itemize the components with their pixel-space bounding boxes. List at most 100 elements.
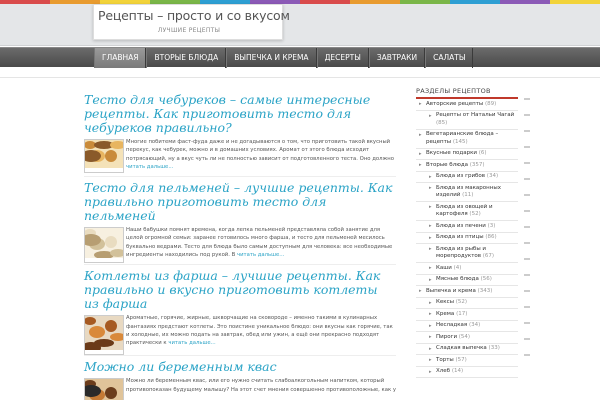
sidebar-category[interactable]: ▸ Вегетарианские блюда – рецепты (145)	[416, 130, 518, 149]
category-count: (89)	[485, 100, 497, 107]
post-divider	[84, 355, 396, 357]
arrow-right-icon: ▸	[429, 204, 432, 210]
category-label: Блюда из печени	[436, 222, 486, 229]
category-count: (34)	[468, 322, 481, 328]
read-more-link[interactable]: читать дальше...	[168, 340, 215, 346]
post-list: Тесто для чебуреков – самые интересные р…	[81, 93, 396, 400]
post: Тесто для чебуреков – самые интересные р…	[81, 93, 396, 178]
nav-item[interactable]: ЗАВТРАКИ	[368, 48, 426, 68]
nav-item[interactable]: ВЫПЕЧКА И КРЕМА	[226, 48, 317, 68]
excerpt-text: Можно ли беременным квас, или его нужно …	[126, 378, 396, 393]
category-label: Выпечка и крема	[426, 287, 476, 294]
category-count: (34)	[486, 173, 499, 179]
sidebar-category[interactable]: ▸ Авторские рецепты (89)	[416, 99, 518, 111]
post-excerpt: Ароматные, горячие, жирные, шкворчащие н…	[126, 314, 396, 350]
sidebar-category[interactable]: ▸ Кексы (52)	[416, 298, 518, 309]
arrow-right-icon: ▸	[419, 288, 422, 294]
post-title[interactable]: Тесто для пельменей – лучшие рецепты. Ка…	[84, 181, 396, 223]
arrow-right-icon: ▸	[429, 265, 432, 271]
header-background	[0, 0, 600, 46]
category-label: Кексы	[436, 299, 454, 305]
category-label: Крема	[436, 310, 455, 317]
arrow-right-icon: ▸	[429, 112, 432, 119]
arrow-right-icon: ▸	[429, 234, 432, 241]
sidebar-category[interactable]: ▸ Мясные блюда (56)	[416, 275, 518, 286]
category-count: (56)	[480, 276, 492, 282]
post-thumbnail[interactable]	[81, 139, 126, 173]
post-body: Наши бабушки помнят времена, когда лепка…	[81, 226, 396, 264]
post-excerpt: Многие побитеми фаст-фуда даже и не дога…	[126, 138, 396, 171]
category-count: (11)	[462, 192, 474, 198]
post-thumbnail[interactable]	[81, 315, 126, 356]
arrow-right-icon: ▸	[429, 311, 432, 317]
sidebar-category[interactable]: ▸ Крема (17)	[416, 309, 518, 321]
category-count: (52)	[455, 299, 468, 305]
post-thumbnail[interactable]	[81, 378, 124, 400]
arrow-right-icon: ▸	[429, 322, 432, 329]
category-count: (52)	[469, 211, 481, 217]
category-label: Сладкая выпечка	[436, 345, 487, 351]
post-body: Можно ли беременным квас, или его нужно …	[81, 377, 396, 400]
category-label: Мясные блюда	[436, 276, 479, 282]
arrow-right-icon: ▸	[419, 131, 422, 138]
arrow-right-icon: ▸	[429, 334, 432, 340]
main-navigation: ГЛАВНАЯ ВТОРЫЕ БЛЮДА ВЫПЕЧКА И КРЕМА ДЕСЕРТ…	[0, 47, 600, 68]
sidebar-category[interactable]: ▸ Вторые блюда (357)	[416, 160, 518, 172]
category-count: (6)	[478, 150, 487, 156]
arrow-right-icon: ▸	[429, 357, 432, 363]
nav-item[interactable]: ВТОРЫЕ БЛЮДА	[146, 48, 227, 68]
category-label: Вкусные подарки	[426, 150, 477, 156]
category-label: Блюда из грибов	[436, 173, 486, 179]
category-label: Блюда из овощей и картофеля	[436, 203, 493, 218]
category-count: (85)	[436, 119, 448, 126]
sidebar-category[interactable]: ▸ Блюда из овощей и картофеля (52)	[416, 202, 518, 221]
sidebar-category[interactable]: ▸ Блюда из печени (3)	[416, 221, 518, 233]
sidebar-category[interactable]: ▸ Пироги (54)	[416, 332, 518, 344]
arrow-right-icon: ▸	[429, 368, 432, 375]
sidebar-category[interactable]: ▸ Выпечка и крема (343)	[416, 286, 518, 298]
category-label: Торты	[436, 356, 454, 363]
sidebar-category[interactable]: ▸ Блюда из птицы (86)	[416, 233, 518, 244]
sidebar-category[interactable]: ▸ Каши (4)	[416, 263, 518, 275]
category-label: Несладкая	[436, 322, 468, 328]
site-tagline: ЛУЧШИЕ РЕЦЕПТЫ	[157, 27, 221, 34]
post-thumbnail[interactable]	[81, 227, 126, 264]
site-title[interactable]: Рецепты – просто и со вкусом	[98, 8, 290, 23]
post-title[interactable]: Можно ли беременным квас	[84, 360, 396, 374]
nav-item[interactable]: ДЕСЕРТЫ	[316, 48, 369, 68]
nav-item[interactable]: ГЛАВНАЯ	[94, 48, 147, 68]
category-count: (86)	[485, 234, 497, 240]
arrow-right-icon: ▸	[419, 101, 422, 107]
arrow-right-icon: ▸	[429, 185, 432, 191]
category-count: (4)	[453, 264, 462, 271]
post-excerpt: Можно ли беременным квас, или его нужно …	[126, 377, 396, 400]
arrow-right-icon: ▸	[429, 223, 432, 229]
sidebar-category[interactable]: ▸ Блюда из грибов (34)	[416, 172, 518, 183]
excerpt-text: Многие побитеми фаст-фуда даже и не дога…	[126, 139, 394, 162]
read-more-link[interactable]: читать дальше...	[237, 252, 284, 258]
category-label: Хлеб	[436, 368, 451, 374]
post-title[interactable]: Тесто для чебуреков – самые интересные р…	[84, 93, 396, 135]
arrow-right-icon: ▸	[429, 345, 432, 352]
sidebar-category[interactable]: ▸ Хлеб (14)	[416, 367, 518, 378]
category-label: Рецепты от Натальи Чагай	[436, 112, 515, 118]
sidebar-category[interactable]: ▸ Блюда из макаронных изделий (11)	[416, 183, 518, 202]
sidebar-category[interactable]: ▸ Вкусные подарки (6)	[416, 149, 518, 160]
arrow-right-icon: ▸	[429, 299, 432, 306]
sidebar-category[interactable]: ▸ Торты (57)	[416, 355, 518, 367]
arrow-right-icon: ▸	[429, 276, 432, 283]
post-excerpt: Наши бабушки помнят времена, когда лепка…	[126, 226, 396, 259]
sidebar: РАЗДЕЛЫ РЕЦЕПТОВ ▸ Авторские рецепты (89)…	[416, 87, 518, 378]
post-body: Ароматные, горячие, жирные, шкворчащие н…	[81, 314, 396, 356]
category-count: (57)	[455, 356, 467, 363]
post: Можно ли беременным квас Можно ли беремен…	[81, 360, 396, 400]
read-more-link[interactable]: читать дальше...	[126, 164, 173, 170]
sidebar-category[interactable]: ▸ Блюда из рыбы и морепродуктов (67)	[416, 244, 518, 263]
nav-item[interactable]: САЛАТЫ	[425, 48, 474, 68]
sidebar-category[interactable]: ▸ Несладкая (34)	[416, 321, 518, 332]
sidebar-category[interactable]: ▸ Рецепты от Натальи Чагай (85)	[416, 111, 518, 130]
sidebar-category[interactable]: ▸ Сладкая выпечка (33)	[416, 344, 518, 355]
site-branding[interactable]: Рецепты – просто и со вкусом ЛУЧШИЕ РЕЦЕ…	[93, 4, 290, 40]
divider	[0, 77, 600, 78]
post-title[interactable]: Котлеты из фарша – лучшие рецепты. Как п…	[84, 269, 396, 311]
